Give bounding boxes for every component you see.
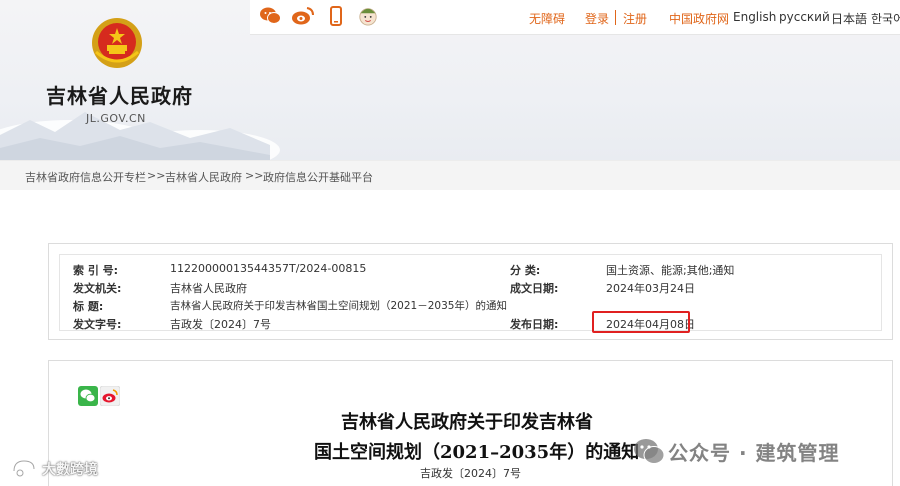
weibo-share-icon[interactable]	[100, 386, 120, 406]
register-link[interactable]: 注册	[623, 10, 647, 27]
doc-number-label: 发文字号:	[73, 318, 122, 331]
mountain-decoration	[0, 112, 270, 160]
lang-russian-link[interactable]: русский	[779, 10, 830, 24]
title-label: 标 题:	[73, 300, 104, 313]
category-value: 国土资源、能源;其他;通知	[606, 264, 735, 277]
document-title-line2: 国土空间规划（2021–2035年）的通知	[314, 442, 640, 463]
issuer-value: 吉林省人民政府	[170, 282, 247, 295]
avatar-icon[interactable]	[357, 6, 379, 26]
title-value: 吉林省人民政府关于印发吉林省国土空间规划（2021－2035年）的通知	[170, 300, 507, 312]
central-gov-link[interactable]: 中国政府网	[669, 10, 729, 27]
created-date-value: 2024年03月24日	[606, 282, 695, 295]
breadcrumb-item-provincial-gov[interactable]: 吉林省人民政府	[165, 169, 242, 185]
breadcrumb-item-platform[interactable]: 政府信息公开基础平台	[263, 169, 373, 185]
top-bar-divider	[250, 34, 900, 35]
weixin-icon[interactable]	[259, 6, 281, 26]
site-title: 吉林省人民政府	[46, 84, 193, 108]
wechat-watermark-icon	[634, 439, 665, 464]
index-number-label: 索 引 号:	[73, 264, 119, 277]
created-date-label: 成文日期:	[510, 282, 559, 295]
document-number: 吉政发〔2024〕7号	[420, 467, 521, 480]
lang-english-link[interactable]: English	[733, 10, 776, 24]
index-number-value: 11220000013544357T/2024-00815	[170, 262, 367, 275]
issuer-label: 发文机关:	[73, 282, 122, 295]
category-label: 分 类:	[510, 264, 541, 277]
site-domain: JL.GOV.CN	[86, 112, 146, 125]
login-register-divider	[615, 10, 616, 25]
wechat-share-icon[interactable]	[78, 386, 98, 406]
breadcrumb-item-info-column[interactable]: 吉林省政府信息公开专栏	[25, 169, 146, 185]
document-title-line1: 吉林省人民政府关于印发吉林省	[341, 412, 593, 433]
doc-number-value: 吉政发〔2024〕7号	[170, 318, 271, 331]
site-header: 吉林省人民政府 JL.GOV.CN 无障碍 登录 注册 中国政府网 Englis…	[0, 0, 900, 160]
lang-japanese-link[interactable]: 日本語	[831, 10, 867, 27]
weibo-icon[interactable]	[291, 6, 315, 26]
national-emblem-icon	[92, 18, 142, 68]
watermark-right: 公众号 · 建筑管理	[668, 441, 840, 465]
mobile-icon[interactable]	[330, 6, 342, 26]
published-date-highlight	[592, 311, 690, 333]
watermark-left: 大數跨境	[42, 462, 98, 478]
brand-watermark-icon	[12, 459, 36, 477]
lang-korean-link[interactable]: 한국어	[871, 10, 900, 27]
breadcrumb-separator: >>	[147, 169, 166, 182]
accessibility-link[interactable]: 无障碍	[529, 10, 565, 27]
login-link[interactable]: 登录	[585, 10, 609, 27]
breadcrumb-separator: >>	[245, 169, 264, 182]
breadcrumb: 吉林省政府信息公开专栏 >> 吉林省人民政府 >> 政府信息公开基础平台	[0, 160, 900, 190]
published-date-label: 发布日期:	[510, 318, 559, 331]
